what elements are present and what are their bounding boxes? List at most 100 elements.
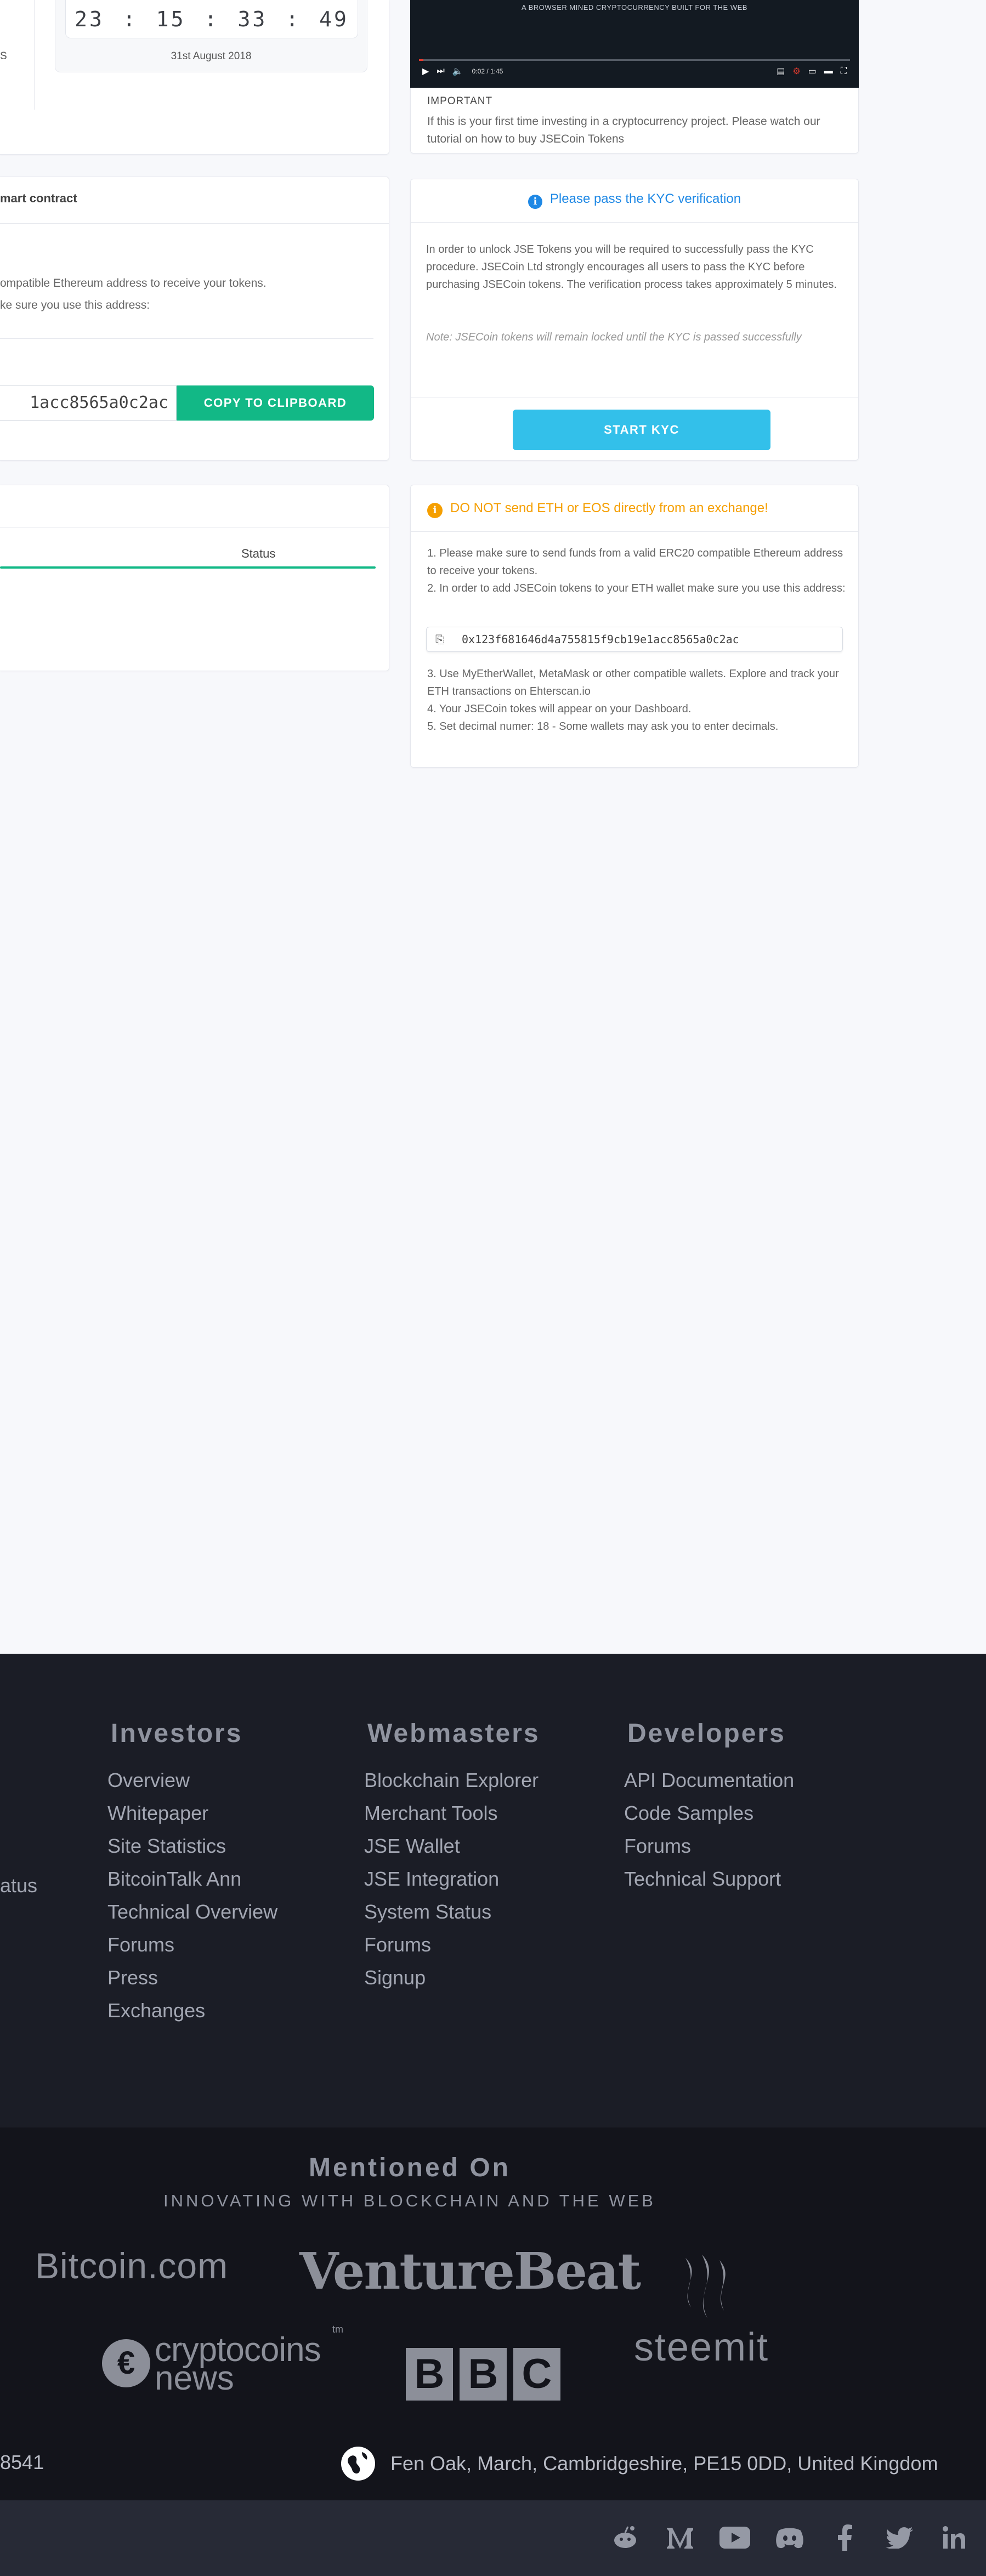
social-links — [610, 2522, 970, 2553]
countdown-panel: S 23 : 15 : 33 : 49 31st August 2018 — [0, 0, 389, 155]
kyc-card: i Please pass the KYC verification In ord… — [410, 179, 859, 461]
miniplayer-icon[interactable]: ▭ — [808, 66, 817, 77]
mentioned-on-subtitle: INNOVATING WITH BLOCKCHAIN AND THE WEB — [163, 2191, 656, 2210]
countdown-timer: 23 : 15 : 33 : 49 — [65, 0, 358, 38]
countdown-seconds: 33 — [237, 7, 268, 31]
footer-link[interactable]: System Status — [364, 1896, 540, 1928]
steemit-mark-icon — [685, 2255, 726, 2318]
fullscreen-icon[interactable]: ⛶ — [841, 66, 847, 76]
countdown-hours: 23 — [75, 7, 104, 31]
discord-icon[interactable] — [774, 2522, 805, 2553]
footer-link[interactable]: Press — [107, 1961, 277, 1994]
countdown-left-fragment: S — [0, 50, 7, 62]
footer-link[interactable]: Forums — [364, 1928, 540, 1961]
countdown-date: 31st August 2018 — [171, 50, 252, 62]
footer-links: atus Investors Overview Whitepaper Site … — [0, 1654, 986, 2127]
bitcoin-com-logo[interactable]: Bitcoin.com — [35, 2245, 228, 2286]
video-controls: ▶ ⏭ 🔈 0:02 / 1:45 ▤ ⚙ ▭ ▬ ⛶ — [422, 64, 847, 79]
linkedin-icon[interactable] — [939, 2522, 970, 2553]
active-tab-indicator — [0, 566, 376, 569]
info-icon: i — [427, 503, 443, 518]
play-icon[interactable]: ▶ — [422, 66, 429, 77]
info-icon: i — [528, 195, 542, 209]
steemit-wordmark: steemit — [634, 2325, 769, 2369]
cryptocoins-news-logo[interactable]: € cryptocoins news tm — [102, 2324, 343, 2397]
mentioned-on-title: Mentioned On — [309, 2153, 511, 2182]
video-progress-played — [419, 59, 423, 61]
warning-step: 2. In order to add JSECoin tokens to you… — [427, 582, 846, 594]
copy-to-clipboard-button[interactable]: COPY TO CLIPBOARD — [177, 385, 374, 421]
start-kyc-button[interactable]: START KYC — [513, 410, 770, 450]
video-progress-bar[interactable] — [419, 59, 850, 61]
bbc-letter: B — [460, 2348, 507, 2401]
theater-icon[interactable]: ▬ — [824, 66, 833, 76]
volume-icon[interactable]: 🔈 — [452, 66, 463, 77]
settings-icon[interactable]: ⚙ — [792, 66, 800, 77]
kyc-title-text: Please pass the KYC verification — [549, 191, 741, 206]
panel-divider — [34, 0, 35, 110]
globe-icon — [341, 2447, 375, 2481]
kyc-note: Note: JSECoin tokens will remain locked … — [426, 331, 802, 343]
footer-link[interactable]: API Documentation — [624, 1764, 794, 1797]
reddit-icon[interactable] — [610, 2522, 641, 2553]
footer-col-webmasters: Webmasters Blockchain Explorer Merchant … — [364, 1718, 540, 1994]
footer-link[interactable]: Signup — [364, 1961, 540, 1994]
footer-heading: Webmasters — [367, 1719, 540, 1748]
eth-address-field[interactable]: ⎘ 0x123f681646d4a755815f9cb19e1acc8565a0… — [426, 627, 843, 652]
countdown-box: 23 : 15 : 33 : 49 31st August 2018 — [55, 0, 367, 72]
warning-step: 4. Your JSECoin tokes will appear on you… — [427, 703, 692, 715]
footer-link[interactable]: Exchanges — [107, 1994, 277, 2027]
important-title: IMPORTANT — [427, 95, 493, 107]
divider — [0, 223, 389, 224]
tab-status[interactable]: Status — [241, 547, 275, 561]
countdown-minutes: 15 — [156, 7, 186, 31]
facebook-icon[interactable] — [829, 2522, 860, 2553]
footer-link[interactable]: Overview — [107, 1764, 277, 1797]
twitter-icon[interactable] — [884, 2522, 915, 2553]
footer-link[interactable]: Blockchain Explorer — [364, 1764, 540, 1797]
countdown-separator: : — [122, 7, 138, 31]
footer-heading: Developers — [627, 1719, 786, 1748]
footer-link[interactable]: Site Statistics — [107, 1830, 277, 1863]
next-icon[interactable]: ⏭ — [437, 66, 444, 76]
youtube-icon[interactable] — [719, 2522, 750, 2553]
tutorial-video[interactable]: A BROWSER MINED CRYPTOCURRENCY BUILT FOR… — [410, 0, 859, 88]
divider — [411, 531, 858, 532]
footer-link[interactable]: Whitepaper — [107, 1797, 277, 1830]
footer-link[interactable]: Forums — [107, 1928, 277, 1961]
footer-link[interactable]: Merchant Tools — [364, 1797, 540, 1830]
kyc-title: i Please pass the KYC verification — [411, 191, 858, 209]
smart-contract-title: mart contract — [0, 191, 77, 205]
medium-icon[interactable] — [665, 2522, 695, 2553]
footer-link[interactable]: Technical Overview — [107, 1896, 277, 1928]
warning-steps: 3. Use MyEtherWallet, MetaMask or other … — [427, 665, 851, 735]
footer-link[interactable]: JSE Integration — [364, 1863, 540, 1896]
footer-link[interactable]: Code Samples — [624, 1797, 794, 1830]
footer-link-fragment[interactable]: atus — [0, 1874, 37, 1897]
steemit-logo[interactable]: steemit — [634, 2252, 777, 2369]
footer-link[interactable]: Technical Support — [624, 1863, 794, 1896]
smart-contract-text: ompatible Ethereum address to receive yo… — [0, 273, 351, 316]
captions-icon[interactable]: ▤ — [777, 66, 785, 77]
contact-phone: 8541 — [0, 2451, 44, 2473]
footer-link[interactable]: Forums — [624, 1830, 794, 1863]
venturebeat-logo[interactable]: VentureBeat — [299, 2242, 641, 2301]
countdown-centis: 49 — [319, 7, 349, 31]
copy-icon[interactable]: ⎘ — [435, 627, 444, 651]
footer-link[interactable]: BitcoinTalk Ann — [107, 1863, 277, 1896]
warning-steps: 1. Please make sure to send funds from a… — [427, 544, 851, 597]
contract-address-field[interactable]: 1acc8565a0c2ac — [0, 385, 177, 421]
bbc-letter: B — [406, 2348, 453, 2401]
countdown-separator: : — [204, 7, 219, 31]
countdown-separator: : — [286, 7, 301, 31]
cryptocoins-news-wordmark: news — [155, 2359, 234, 2397]
bbc-letter: C — [513, 2348, 560, 2401]
warning-title: i DO NOT send ETH or EOS directly from an… — [427, 501, 768, 518]
bbc-logo[interactable]: B B C — [406, 2348, 560, 2401]
footer-col-investors: Investors Overview Whitepaper Site Stati… — [107, 1718, 277, 2027]
footer-col-developers: Developers API Documentation Code Sample… — [624, 1718, 794, 1896]
contact-address-text: Fen Oak, March, Cambridgeshire, PE15 0DD… — [390, 2452, 938, 2475]
footer-link[interactable]: JSE Wallet — [364, 1830, 540, 1863]
warning-step: 3. Use MyEtherWallet, MetaMask or other … — [427, 668, 839, 697]
footer-heading: Investors — [111, 1719, 243, 1748]
